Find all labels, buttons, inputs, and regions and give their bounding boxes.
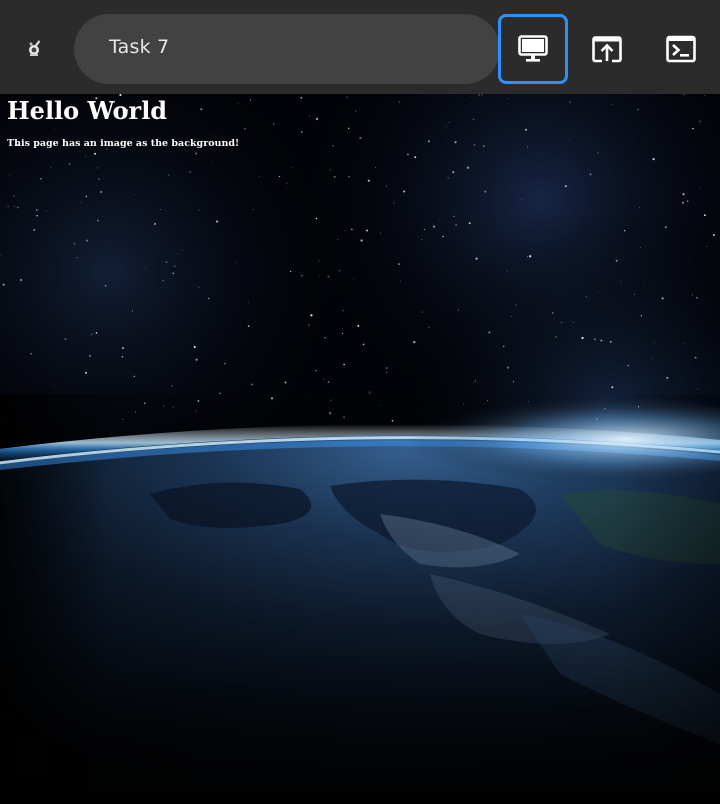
- monitor-button[interactable]: [498, 14, 568, 84]
- task-title-field[interactable]: Task 7: [74, 14, 500, 84]
- page-body-text: This page has an image as the background…: [7, 138, 240, 149]
- earth-from-space-image: [0, 94, 720, 804]
- page-heading: Hello World: [7, 96, 168, 125]
- task-title: Task 7: [109, 36, 170, 58]
- open-external-button[interactable]: [572, 14, 642, 84]
- app-logo-icon[interactable]: [22, 36, 46, 60]
- terminal-icon: [666, 35, 696, 63]
- toolbar: Task 7: [0, 0, 720, 94]
- browser-viewport: Hello World This page has an image as th…: [0, 94, 720, 804]
- open-external-icon: [592, 35, 622, 63]
- terminal-button[interactable]: [646, 14, 716, 84]
- monitor-icon: [518, 35, 548, 63]
